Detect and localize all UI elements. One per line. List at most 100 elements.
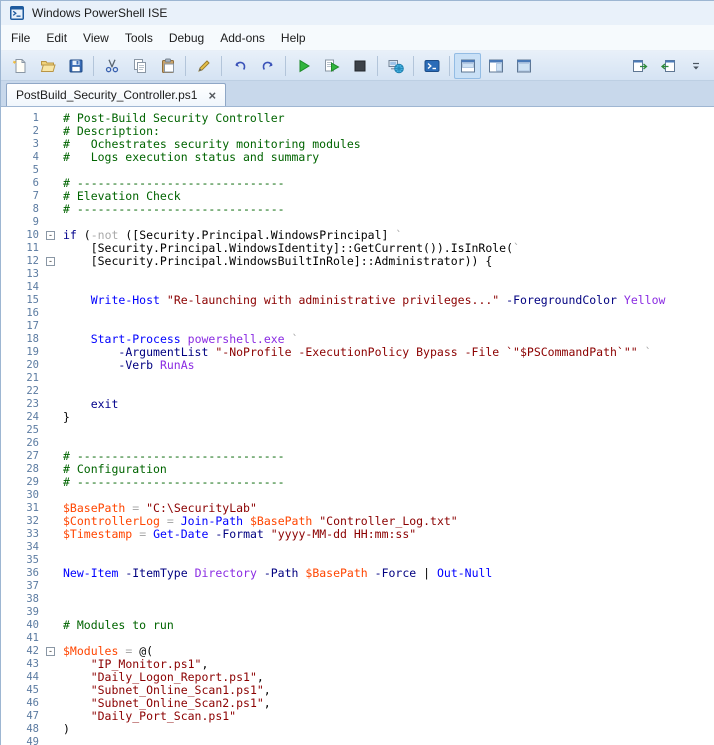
fold-collapse-icon[interactable]: - bbox=[46, 257, 55, 266]
fold-gutter bbox=[39, 671, 63, 684]
fold-gutter bbox=[39, 489, 63, 502]
fold-gutter bbox=[39, 424, 63, 437]
fold-gutter bbox=[39, 177, 63, 190]
code-line-47: 47 "Daily_Port_Scan.ps1" bbox=[1, 710, 714, 723]
toolbar-separator bbox=[449, 55, 450, 76]
line-number: 1 bbox=[32, 112, 39, 124]
toolbar-separator bbox=[377, 55, 378, 76]
fold-gutter bbox=[39, 710, 63, 723]
save-script-button[interactable] bbox=[62, 53, 89, 79]
toolbar-overflow-button[interactable] bbox=[682, 53, 709, 79]
redo-button[interactable] bbox=[254, 53, 281, 79]
code-line-34: 34 bbox=[1, 541, 714, 554]
code-line-4: 4 # Logs execution status and summary bbox=[1, 151, 714, 164]
fold-gutter bbox=[39, 151, 63, 164]
undo-icon bbox=[232, 58, 248, 74]
paste-button[interactable] bbox=[154, 53, 181, 79]
fold-gutter bbox=[39, 203, 63, 216]
run-selection-button[interactable] bbox=[318, 53, 345, 79]
open-script-button[interactable] bbox=[34, 53, 61, 79]
cut-button[interactable] bbox=[98, 53, 125, 79]
show-command-addon-button[interactable] bbox=[626, 53, 653, 79]
line-number: 19 bbox=[26, 346, 39, 358]
line-number: 34 bbox=[26, 541, 39, 553]
show-script-pane-right-button[interactable] bbox=[482, 53, 509, 79]
line-number: 9 bbox=[32, 216, 39, 228]
line-number: 12 bbox=[26, 255, 39, 267]
code-line-38: 38 bbox=[1, 593, 714, 606]
line-number: 44 bbox=[26, 671, 39, 683]
toolbar-separator bbox=[413, 55, 414, 76]
fold-gutter bbox=[39, 697, 63, 710]
menu-bar: File Edit View Tools Debug Add-ons Help bbox=[1, 25, 714, 51]
script-editor[interactable]: 1 # Post-Build Security Controller 2 # Desc… bbox=[1, 107, 714, 745]
fold-gutter bbox=[39, 125, 63, 138]
menu-file[interactable]: File bbox=[3, 26, 38, 50]
menu-debug[interactable]: Debug bbox=[161, 26, 212, 50]
cut-icon bbox=[104, 58, 120, 74]
fold-gutter bbox=[39, 190, 63, 203]
stop-operation-icon bbox=[352, 58, 368, 74]
fold-gutter bbox=[39, 320, 63, 333]
run-script-button[interactable] bbox=[290, 53, 317, 79]
paste-icon bbox=[160, 58, 176, 74]
start-powershell-button[interactable] bbox=[418, 53, 445, 79]
fold-collapse-icon[interactable]: - bbox=[46, 231, 55, 240]
stop-operation-button[interactable] bbox=[346, 53, 373, 79]
code-line-48: 48) bbox=[1, 723, 714, 736]
fold-gutter bbox=[39, 385, 63, 398]
line-number: 7 bbox=[32, 190, 39, 202]
undo-button[interactable] bbox=[226, 53, 253, 79]
show-script-pane-right-icon bbox=[488, 58, 504, 74]
menu-edit[interactable]: Edit bbox=[38, 26, 75, 50]
code-line-23: 23 exit bbox=[1, 398, 714, 411]
show-script-pane-top-icon bbox=[460, 58, 476, 74]
new-script-icon bbox=[12, 58, 28, 74]
menu-tools[interactable]: Tools bbox=[117, 26, 161, 50]
fold-gutter bbox=[39, 268, 63, 281]
code-text: # Post-Build Security Controller bbox=[63, 111, 285, 125]
code-line-20: 20 -Verb RunAs bbox=[1, 359, 714, 372]
code-line-24: 24} bbox=[1, 411, 714, 424]
fold-gutter bbox=[39, 463, 63, 476]
show-script-pane-button[interactable] bbox=[654, 53, 681, 79]
fold-gutter bbox=[39, 476, 63, 489]
code-line-8: 8 # ------------------------------ bbox=[1, 203, 714, 216]
run-script-icon bbox=[296, 58, 312, 74]
powershell-ise-icon bbox=[9, 5, 25, 21]
menu-add-ons[interactable]: Add-ons bbox=[212, 26, 273, 50]
new-remote-powershell-tab-button[interactable] bbox=[382, 53, 409, 79]
tab-close-icon[interactable]: × bbox=[208, 89, 216, 102]
tab-postbuild-security-controller[interactable]: PostBuild_Security_Controller.ps1 × bbox=[6, 83, 227, 106]
line-number: 20 bbox=[26, 359, 39, 371]
line-number: 46 bbox=[26, 697, 39, 709]
fold-gutter bbox=[39, 164, 63, 177]
menu-view[interactable]: View bbox=[75, 26, 117, 50]
line-number: 14 bbox=[26, 281, 39, 293]
line-number: 28 bbox=[26, 463, 39, 475]
fold-collapse-icon[interactable]: - bbox=[46, 647, 55, 656]
clear-console-pane-button[interactable] bbox=[190, 53, 217, 79]
code-line-36: 36 New-Item -ItemType Directory -Path $Ba… bbox=[1, 567, 714, 580]
fold-gutter bbox=[39, 606, 63, 619]
line-number: 29 bbox=[26, 476, 39, 488]
show-script-pane-top-button[interactable] bbox=[454, 52, 481, 79]
code-text: exit bbox=[90, 397, 119, 411]
toolbar-separator bbox=[285, 55, 286, 76]
fold-gutter bbox=[39, 112, 63, 125]
toolbar-separator bbox=[185, 55, 186, 76]
copy-icon bbox=[132, 58, 148, 74]
copy-button[interactable] bbox=[126, 53, 153, 79]
code-line-21: 21 bbox=[1, 372, 714, 385]
new-script-button[interactable] bbox=[6, 53, 33, 79]
menu-help[interactable]: Help bbox=[273, 26, 314, 50]
line-number: 2 bbox=[32, 125, 39, 137]
tab-bar: PostBuild_Security_Controller.ps1 × bbox=[1, 81, 714, 107]
show-script-pane-maximized-button[interactable] bbox=[510, 53, 537, 79]
fold-gutter bbox=[39, 294, 63, 307]
code-text: New-Item -ItemType Directory -Path $Base… bbox=[63, 566, 493, 580]
